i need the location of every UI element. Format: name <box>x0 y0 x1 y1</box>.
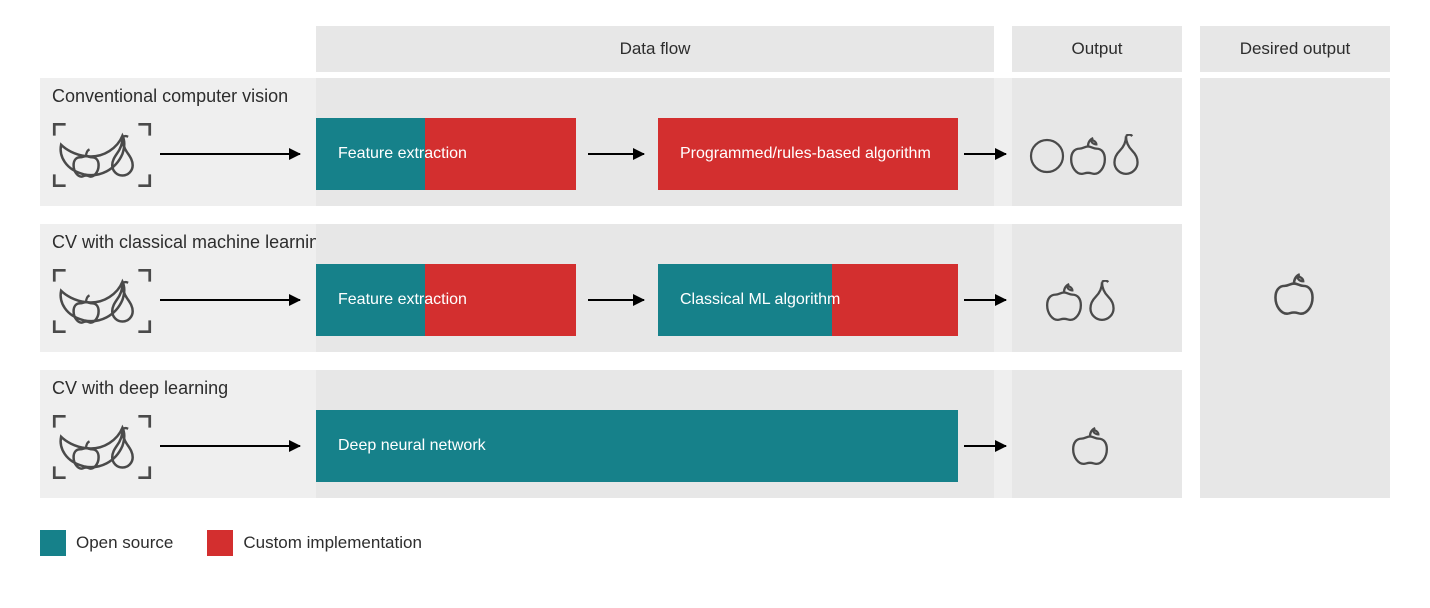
block-label: Feature extraction <box>316 290 477 309</box>
fruit-input-icon <box>52 268 152 334</box>
block-label: Feature extraction <box>316 144 477 163</box>
row-classical-ml: CV with classical machine learning Featu… <box>40 224 1182 352</box>
pear-icon <box>1086 280 1118 322</box>
block-label: Deep neural network <box>316 436 496 455</box>
row-deep-learning: CV with deep learning Deep neural networ… <box>40 370 1182 498</box>
block-label: Programmed/rules-based algorithm <box>658 144 941 163</box>
arrow-icon <box>964 445 1006 447</box>
swatch-red <box>207 530 233 556</box>
arrow-icon <box>160 445 300 447</box>
pear-icon <box>1110 134 1142 176</box>
row-title: CV with classical machine learning <box>52 232 329 253</box>
fruit-input-icon <box>52 414 152 480</box>
apple-icon <box>1274 272 1314 321</box>
legend-label: Open source <box>76 533 173 553</box>
apple-icon <box>1046 282 1082 322</box>
circle-icon <box>1028 136 1066 176</box>
row-title: CV with deep learning <box>52 378 228 399</box>
arrow-icon <box>588 299 644 301</box>
block-deep-neural-network: Deep neural network <box>316 410 958 482</box>
swatch-teal <box>40 530 66 556</box>
legend-custom-impl: Custom implementation <box>207 530 422 556</box>
arrow-icon <box>964 153 1006 155</box>
fruit-input-icon <box>52 122 152 188</box>
legend: Open source Custom implementation <box>40 530 422 556</box>
block-feature-extraction: Feature extraction <box>316 264 576 336</box>
apple-icon <box>1072 426 1108 466</box>
header-data-flow: Data flow <box>316 26 994 72</box>
output-icons <box>1028 134 1142 176</box>
output-icons <box>1072 426 1108 466</box>
row-conventional-cv: Conventional computer vision Feature ext… <box>40 78 1182 206</box>
desired-output-col <box>1200 78 1390 498</box>
block-classical-ml-algorithm: Classical ML algorithm <box>658 264 958 336</box>
arrow-icon <box>964 299 1006 301</box>
block-label: Classical ML algorithm <box>658 290 850 309</box>
arrow-icon <box>160 153 300 155</box>
apple-icon <box>1070 136 1106 176</box>
arrow-icon <box>588 153 644 155</box>
arrow-icon <box>160 299 300 301</box>
header-desired-output: Desired output <box>1200 26 1390 72</box>
output-icons <box>1046 280 1118 322</box>
legend-open-source: Open source <box>40 530 173 556</box>
legend-label: Custom implementation <box>243 533 422 553</box>
block-feature-extraction: Feature extraction <box>316 118 576 190</box>
header-output: Output <box>1012 26 1182 72</box>
block-rules-algorithm: Programmed/rules-based algorithm <box>658 118 958 190</box>
row-title: Conventional computer vision <box>52 86 288 107</box>
